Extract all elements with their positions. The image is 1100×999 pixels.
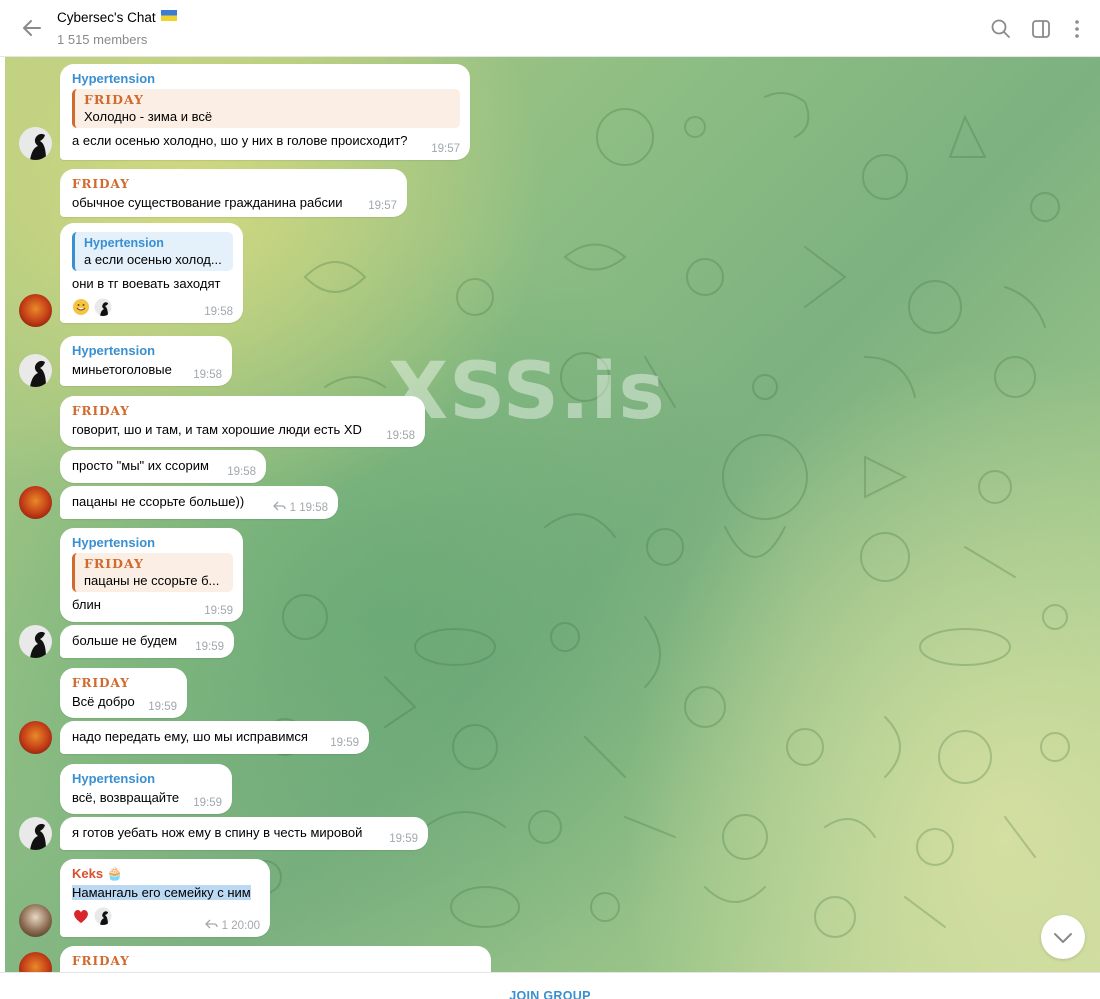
sender-name[interactable]: Hypertension bbox=[72, 771, 222, 787]
reply-count[interactable]: 1 bbox=[205, 919, 228, 932]
scroll-down-button[interactable] bbox=[1041, 915, 1085, 959]
message-bubble[interactable]: Hypertension а если осенью холод... они … bbox=[60, 223, 243, 323]
message-time: 19:59 bbox=[193, 797, 222, 809]
back-arrow-icon[interactable] bbox=[20, 16, 44, 40]
reply-count-value: 1 bbox=[289, 502, 296, 514]
grinning-face-icon[interactable] bbox=[72, 298, 90, 316]
message-bubble[interactable]: Hypertension FRIDAY пацаны не ссорьте б.… bbox=[60, 528, 243, 622]
message-text: надо передать ему, шо мы исправимся bbox=[72, 729, 308, 744]
message-bubble[interactable]: надо передать ему, шо мы исправимся 19:5… bbox=[60, 721, 369, 754]
avatar[interactable] bbox=[19, 904, 52, 937]
chat-header: Cybersec's Chat 1 515 members bbox=[0, 0, 1100, 57]
message-text: обычное существование гражданина рабсии bbox=[72, 195, 343, 210]
message-text: они в тг воевать заходят bbox=[72, 276, 221, 291]
message-bubble[interactable]: Hypertension FRIDAY Холодно - зима и всё… bbox=[60, 64, 470, 160]
message-bubble[interactable]: FRIDAY bbox=[60, 946, 491, 972]
message-time: 19:57 bbox=[368, 200, 397, 212]
message-text: а если осенью холодно, шо у них в голове… bbox=[72, 133, 408, 148]
quote-sender: Hypertension bbox=[84, 236, 164, 250]
sender-name[interactable]: Hypertension bbox=[72, 535, 233, 551]
message-time: 19:57 bbox=[431, 143, 460, 155]
reply-arrow-icon bbox=[273, 501, 287, 511]
message-time: 19:58 bbox=[204, 306, 233, 318]
sidebar-toggle-icon[interactable] bbox=[1030, 18, 1052, 40]
reply-count-value: 1 bbox=[221, 920, 228, 932]
avatar[interactable] bbox=[19, 127, 52, 160]
message-bubble[interactable]: FRIDAY обычное существование гражданина … bbox=[60, 169, 407, 217]
watermark-text: XSS.is bbox=[388, 347, 666, 437]
message-text: я готов уебать нож ему в спину в честь м… bbox=[72, 825, 363, 840]
more-vertical-icon[interactable] bbox=[1066, 18, 1088, 40]
reply-arrow-icon bbox=[205, 919, 219, 929]
message-bubble[interactable]: я готов уебать нож ему в спину в честь м… bbox=[60, 817, 428, 850]
quote-text: пацаны не ссорьте б... bbox=[84, 573, 220, 588]
message-text: говорит, шо и там, и там хорошие люди ес… bbox=[72, 422, 362, 437]
message-time: 19:59 bbox=[389, 833, 418, 845]
message-bubble[interactable]: FRIDAY Всё добро 19:59 bbox=[60, 668, 187, 718]
quote-text: а если осенью холод... bbox=[84, 252, 222, 267]
message-time: 19:58 bbox=[386, 430, 415, 442]
message-bubble[interactable]: Hypertension миньетоголовые 19:58 bbox=[60, 336, 232, 386]
message-bubble[interactable]: больше не будем 19:59 bbox=[60, 625, 234, 658]
reply-count[interactable]: 1 bbox=[273, 501, 296, 514]
message-bubble[interactable]: просто "мы" их ссорим 19:58 bbox=[60, 450, 266, 483]
heart-icon[interactable] bbox=[72, 907, 90, 925]
sender-name[interactable]: Hypertension bbox=[72, 71, 460, 87]
search-icon[interactable] bbox=[990, 18, 1012, 40]
message-bubble[interactable]: пацаны не ссорьте больше)) 1 19:58 bbox=[60, 486, 338, 519]
cupcake-emoji: 🧁 bbox=[106, 866, 123, 881]
avatar[interactable] bbox=[19, 486, 52, 519]
message-time: 19:59 bbox=[148, 701, 177, 713]
message-bubble[interactable]: Hypertension всё, возвращайте 19:59 bbox=[60, 764, 232, 814]
sender-name[interactable]: FRIDAY bbox=[72, 953, 481, 969]
sender-name[interactable]: Hypertension bbox=[72, 343, 222, 359]
avatar[interactable] bbox=[19, 721, 52, 754]
message-bubble[interactable]: Keks 🧁 Намангаль его семейку с ним 1 20:… bbox=[60, 859, 270, 937]
selected-text[interactable]: Намангаль его семейку с ним bbox=[72, 885, 251, 900]
ukraine-flag-icon bbox=[160, 10, 177, 21]
quote-text: Холодно - зима и всё bbox=[84, 109, 213, 124]
message-time: 20:00 bbox=[231, 920, 260, 932]
avatar[interactable] bbox=[19, 625, 52, 658]
join-group-button[interactable]: JOIN GROUP bbox=[0, 989, 1100, 999]
avatar[interactable] bbox=[19, 817, 52, 850]
message-time: 19:59 bbox=[330, 737, 359, 749]
quote-sender: FRIDAY bbox=[84, 92, 144, 107]
avatar[interactable] bbox=[19, 294, 52, 327]
message-time: 19:59 bbox=[204, 605, 233, 617]
quoted-reply[interactable]: FRIDAY Холодно - зима и всё bbox=[72, 89, 460, 128]
message-time: 19:58 bbox=[299, 502, 328, 514]
quoted-reply[interactable]: FRIDAY пацаны не ссорьте б... bbox=[72, 553, 233, 592]
sender-name[interactable]: Keks 🧁 bbox=[72, 866, 260, 882]
sender-name[interactable]: FRIDAY bbox=[72, 403, 415, 419]
member-count: 1 515 members bbox=[57, 32, 148, 47]
chat-area[interactable]: XSS.is Hypertension FRIDAY Холодно - зим… bbox=[5, 57, 1100, 972]
chat-title[interactable]: Cybersec's Chat bbox=[57, 10, 177, 25]
reactor-avatar-icon[interactable] bbox=[94, 907, 112, 925]
chevron-down-icon bbox=[1054, 933, 1072, 943]
quote-sender: FRIDAY bbox=[84, 556, 144, 571]
message-time: 19:59 bbox=[195, 641, 224, 653]
quoted-reply[interactable]: Hypertension а если осенью холод... bbox=[72, 232, 233, 271]
message-text: Намангаль его семейку с ним bbox=[72, 884, 260, 902]
sender-name[interactable]: FRIDAY bbox=[72, 176, 397, 192]
reactor-avatar-icon[interactable] bbox=[94, 298, 112, 316]
avatar[interactable] bbox=[19, 354, 52, 387]
message-time: 19:58 bbox=[193, 369, 222, 381]
chat-footer: JOIN GROUP bbox=[0, 972, 1100, 999]
message-time: 19:58 bbox=[227, 466, 256, 478]
sender-name[interactable]: FRIDAY bbox=[72, 675, 177, 691]
message-bubble[interactable]: FRIDAY говорит, шо и там, и там хорошие … bbox=[60, 396, 425, 447]
